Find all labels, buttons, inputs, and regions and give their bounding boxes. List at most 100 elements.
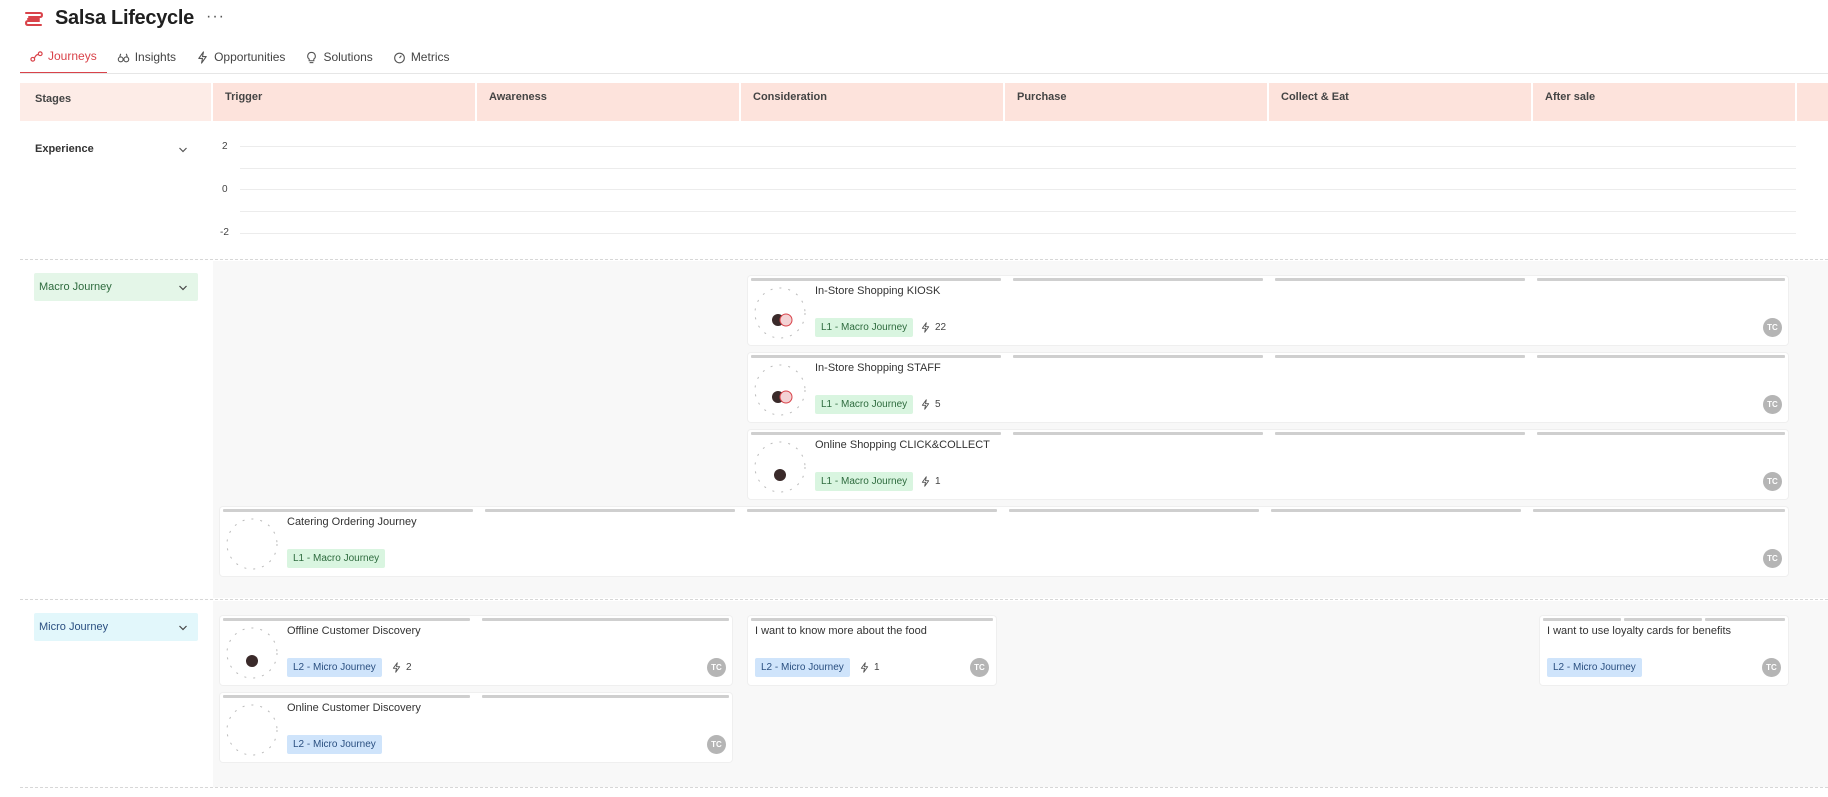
opportunity-count: 2: [391, 662, 412, 673]
y-tick: 2: [222, 141, 228, 152]
stage-bar: [1275, 278, 1525, 281]
stage-bar: [751, 355, 1001, 358]
journey-title: Catering Ordering Journey: [287, 516, 417, 528]
journey-card[interactable]: In-Store Shopping KIOSK L1 - Macro Journ…: [748, 276, 1788, 345]
page-title: Salsa Lifecycle: [55, 7, 194, 29]
grid-line: [240, 146, 1796, 147]
persona-ring-icon: [226, 704, 278, 756]
opportunity-count-value: 5: [935, 399, 941, 410]
section-label: Micro Journey: [39, 621, 109, 633]
app-logo-icon: [24, 12, 44, 26]
stage-header-collect-eat[interactable]: Collect & Eat: [1269, 83, 1531, 121]
stage-bar: [1543, 618, 1621, 621]
lightning-icon: [921, 476, 930, 487]
stage-bar: [1271, 509, 1521, 512]
owner-avatar[interactable]: TC: [1762, 658, 1781, 677]
journey-card[interactable]: Online Customer Discovery L2 - Micro Jou…: [220, 693, 732, 762]
stage-bar: [223, 695, 470, 698]
lightning-icon: [921, 399, 930, 410]
journey-title: Online Customer Discovery: [287, 702, 421, 714]
stage-bar: [1013, 432, 1263, 435]
stage-bar: [482, 618, 729, 621]
journey-level-tag: L2 - Micro Journey: [1547, 658, 1642, 677]
stage-bar: [1537, 432, 1785, 435]
section-divider: [20, 787, 1828, 788]
lightning-icon: [198, 50, 207, 64]
owner-avatar[interactable]: TC: [1763, 549, 1782, 568]
journey-title: I want to use loyalty cards for benefits: [1547, 625, 1732, 637]
macro-journey-header[interactable]: Macro Journey: [34, 273, 198, 301]
tab-insights[interactable]: Insights: [107, 40, 186, 74]
tab-label: Insights: [134, 50, 177, 64]
section-divider: [20, 599, 1828, 600]
stage-header-consideration[interactable]: Consideration: [741, 83, 1003, 121]
opportunity-count: 22: [920, 322, 946, 333]
owner-avatar[interactable]: TC: [970, 658, 989, 677]
tab-metrics[interactable]: Metrics: [383, 40, 460, 74]
stage-name: After sale: [1545, 91, 1596, 103]
persona-ring-icon: [226, 627, 278, 679]
stage-header-extra: [1797, 83, 1828, 121]
journey-card[interactable]: Offline Customer Discovery L2 - Micro Jo…: [220, 616, 732, 685]
experience-label: Experience: [35, 143, 94, 155]
stage-bar: [223, 618, 470, 621]
journey-level-tag: L1 - Macro Journey: [815, 318, 914, 337]
stage-name: Purchase: [1017, 91, 1067, 103]
owner-avatar[interactable]: TC: [707, 735, 726, 754]
journey-title: Offline Customer Discovery: [287, 625, 421, 637]
journey-card[interactable]: Catering Ordering Journey L1 - Macro Jou…: [220, 507, 1788, 576]
chevron-down-icon[interactable]: [178, 283, 188, 293]
tab-journeys[interactable]: Journeys: [20, 40, 107, 74]
chevron-down-icon[interactable]: [178, 145, 188, 155]
owner-avatar[interactable]: TC: [1763, 318, 1782, 337]
opportunity-count-value: 1: [935, 476, 941, 487]
stage-name: Trigger: [225, 91, 263, 103]
grid-line: [240, 189, 1796, 190]
owner-avatar[interactable]: TC: [1763, 472, 1782, 491]
stage-header-awareness[interactable]: Awareness: [477, 83, 739, 121]
gauge-icon: [393, 52, 405, 63]
stage-header-purchase[interactable]: Purchase: [1005, 83, 1267, 121]
stage-bar: [751, 432, 1001, 435]
stage-bar: [1275, 355, 1525, 358]
tab-solutions[interactable]: Solutions: [295, 40, 382, 74]
tab-label: Metrics: [410, 50, 450, 64]
journey-title: Online Shopping CLICK&COLLECT: [815, 439, 990, 451]
section-label: Macro Journey: [39, 281, 112, 293]
stage-name: Consideration: [753, 91, 827, 103]
stage-header-after-sale[interactable]: After sale: [1533, 83, 1795, 121]
stage-bar: [485, 509, 735, 512]
journey-card[interactable]: I want to know more about the food L2 - …: [748, 616, 996, 685]
journey-title: In-Store Shopping STAFF: [815, 362, 941, 374]
lightning-icon: [921, 322, 930, 333]
persona-ring-icon: [226, 518, 278, 570]
owner-avatar[interactable]: TC: [1763, 395, 1782, 414]
stage-bar: [1705, 618, 1785, 621]
stage-bar: [747, 509, 997, 512]
opportunity-count-value: 22: [935, 322, 947, 333]
tab-opportunities[interactable]: Opportunities: [186, 40, 295, 74]
journey-card[interactable]: Online Shopping CLICK&COLLECT L1 - Macro…: [748, 430, 1788, 499]
journey-card[interactable]: I want to use loyalty cards for benefits…: [1540, 616, 1788, 685]
journey-level-tag: L2 - Micro Journey: [287, 658, 382, 677]
stage-bar: [751, 278, 1001, 281]
tab-label: Journeys: [48, 49, 97, 63]
opportunity-count-value: 2: [406, 662, 412, 673]
main-tabs: Journeys Insights Opportunities Solution…: [20, 40, 459, 74]
grid-line: [240, 211, 1796, 212]
persona-ring-icon: [754, 287, 806, 339]
journey-icon: [30, 50, 43, 62]
journey-level-tag: L2 - Micro Journey: [755, 658, 850, 677]
owner-avatar[interactable]: TC: [707, 658, 726, 677]
stage-bar: [482, 695, 729, 698]
stages-label: Stages: [35, 93, 72, 105]
chevron-down-icon[interactable]: [178, 623, 188, 633]
app-header: Salsa Lifecycle ···: [0, 0, 1828, 40]
journey-card[interactable]: In-Store Shopping STAFF L1 - Macro Journ…: [748, 353, 1788, 422]
stage-header-trigger[interactable]: Trigger: [213, 83, 475, 121]
stage-bar: [223, 509, 473, 512]
micro-journey-header[interactable]: Micro Journey: [34, 613, 198, 641]
persona-ring-icon: [754, 364, 806, 416]
stage-bar: [1275, 432, 1525, 435]
more-options-button[interactable]: ···: [206, 8, 225, 26]
